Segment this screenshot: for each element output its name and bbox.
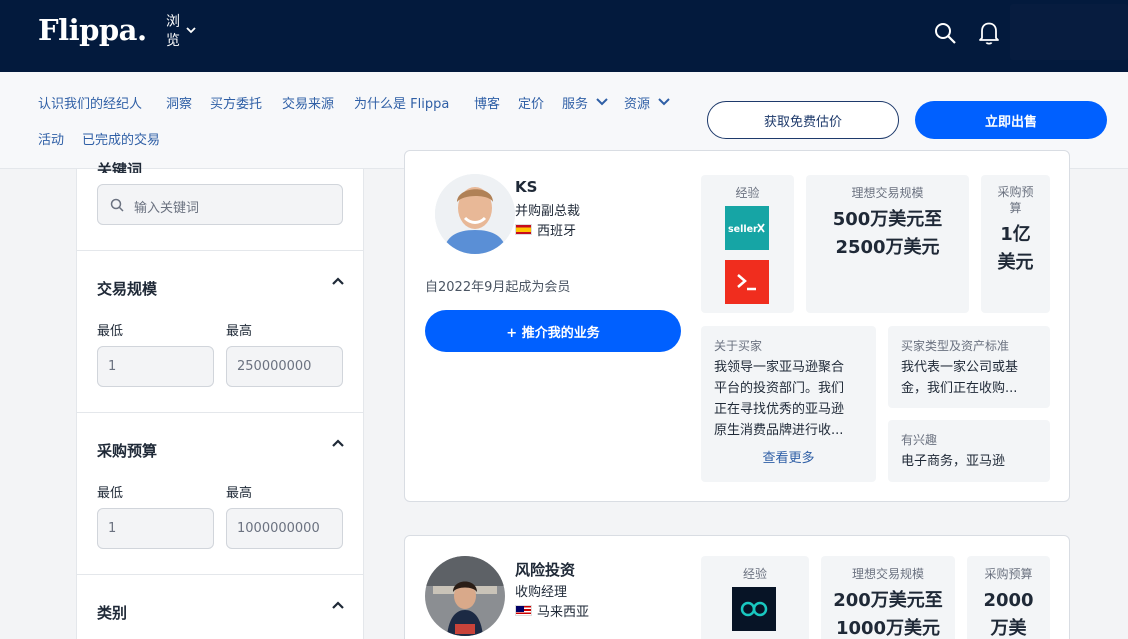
- experience-tile: 经验: [701, 556, 809, 639]
- about-text: 我领导一家亚马逊聚合 平台的投资部门。我们 正在寻找优秀的亚马逊 原生消费品牌进…: [714, 360, 845, 438]
- deal-size-min-label: 最低: [97, 324, 124, 339]
- member-since: 自2022年9月起成为会员: [425, 280, 571, 295]
- nav-completed-deals[interactable]: 已完成的交易: [82, 129, 160, 148]
- buyer-country: 西班牙: [515, 220, 576, 239]
- deal-size-max-label: 最高: [226, 324, 253, 339]
- svg-text:seller: seller: [728, 224, 758, 235]
- buyer-country: 马来西亚: [515, 601, 589, 620]
- deal-size-title[interactable]: 交易规模: [97, 278, 157, 299]
- buyer-name: 风险投资: [515, 561, 576, 579]
- nav-insights[interactable]: 洞察: [166, 93, 192, 112]
- sell-now-button[interactable]: 立即出售: [915, 101, 1107, 139]
- chevron-down-icon[interactable]: [186, 26, 196, 34]
- flippa-logo[interactable]: Flippa.: [38, 13, 147, 47]
- about-label: 关于买家: [714, 339, 763, 353]
- keyword-placeholder: 输入关键词: [134, 201, 200, 216]
- ideal-deal-label: 理想交易规模: [851, 186, 924, 200]
- buyer-role: 并购副总裁: [515, 204, 581, 219]
- nav-services[interactable]: 服务: [562, 93, 588, 112]
- bell-icon[interactable]: [977, 20, 1001, 46]
- ideal-deal-value: 500万美元至: [832, 209, 943, 230]
- budget-tile: 采购预 算 1亿 美元: [981, 175, 1050, 313]
- nav-meet-brokers[interactable]: 认识我们的经纪人: [38, 93, 142, 112]
- browse-menu[interactable]: 浏览: [166, 13, 184, 51]
- buyer-type-text: 我代表一家公司或基 金，我们正在收购...: [901, 360, 1019, 396]
- ideal-deal-size-tile: 理想交易规模 500万美元至 2500万美元: [806, 175, 969, 313]
- budget-value: 1亿: [1000, 224, 1031, 245]
- nav-pricing[interactable]: 定价: [518, 93, 544, 112]
- nav-events[interactable]: 活动: [38, 129, 64, 148]
- budget-value: 2000: [983, 590, 1034, 611]
- budget-min-label: 最低: [97, 486, 124, 501]
- sellerX-logo-icon[interactable]: seller: [725, 206, 769, 250]
- divider: [77, 412, 363, 413]
- experience-label: 经验: [742, 567, 767, 581]
- budget-label: 采购预: [997, 185, 1034, 199]
- free-valuation-button[interactable]: 获取免费估价: [707, 101, 899, 139]
- budget-max-label: 最高: [226, 486, 253, 501]
- top-bar: Flippa. 浏览: [0, 0, 1128, 72]
- country-label: 西班牙: [537, 224, 577, 239]
- deal-size-max-input[interactable]: 250000000: [226, 346, 343, 387]
- budget-value: 美元: [997, 252, 1034, 273]
- chevron-up-icon[interactable]: [331, 600, 345, 610]
- avatar: [435, 174, 515, 254]
- buyer-card: 风险投资 收购经理 马来西亚 经验 理想交易规模 200万美元至 1000万美元…: [404, 535, 1070, 639]
- budget-label: 采购预算: [984, 567, 1033, 581]
- ideal-deal-value: 1000万美元: [835, 618, 941, 639]
- ideal-deal-size-tile: 理想交易规模 200万美元至 1000万美元: [821, 556, 955, 639]
- interest-label: 有兴趣: [901, 433, 938, 447]
- search-icon: [110, 198, 124, 212]
- nav-buyer-mandate[interactable]: 买方委托: [210, 93, 262, 112]
- country-label: 马来西亚: [537, 605, 590, 620]
- keyword-input[interactable]: 输入关键词: [97, 184, 343, 225]
- refer-business-button[interactable]: + 推介我的业务: [425, 310, 681, 352]
- about-buyer-tile: 关于买家 我领导一家亚马逊聚合 平台的投资部门。我们 正在寻找优秀的亚马逊 原生…: [701, 326, 876, 482]
- buyer-type-label: 买家类型及资产标准: [901, 339, 1010, 353]
- person-photo-icon: [435, 174, 515, 254]
- filter-sidebar: 关键词 输入关键词 交易规模 最低 最高 1 250000000 采购预算 最低…: [76, 161, 364, 639]
- nav-deal-sources[interactable]: 交易来源: [282, 93, 334, 112]
- account-menu[interactable]: [1010, 4, 1128, 60]
- chevron-down-icon[interactable]: [658, 97, 670, 106]
- ideal-deal-value: 200万美元至: [833, 590, 943, 611]
- search-icon[interactable]: [933, 21, 957, 45]
- chevron-up-icon[interactable]: [331, 438, 345, 448]
- category-title[interactable]: 类别: [97, 602, 127, 623]
- buyer-role: 收购经理: [515, 585, 568, 600]
- budget-value: 万美: [990, 618, 1027, 639]
- malaysia-flag-icon: [515, 605, 532, 616]
- spain-flag-icon: [515, 224, 532, 235]
- avatar: [425, 556, 505, 636]
- experience-label: 经验: [735, 186, 760, 200]
- budget-title[interactable]: 采购预算: [97, 440, 157, 461]
- interest-tile: 有兴趣 电子商务，亚马逊: [888, 420, 1050, 482]
- buyer-name: KS: [515, 178, 538, 196]
- budget-max-input[interactable]: 1000000000: [226, 508, 343, 549]
- experience-tile: 经验 seller: [701, 175, 794, 313]
- interest-value: 电子商务，亚马逊: [901, 454, 1006, 469]
- nav-why-flippa[interactable]: 为什么是 Flippa: [354, 93, 449, 112]
- ideal-deal-label: 理想交易规模: [851, 567, 924, 581]
- divider: [77, 250, 363, 251]
- nav-resources[interactable]: 资源: [624, 93, 650, 112]
- terminal-logo-icon[interactable]: [725, 260, 769, 304]
- company-logo-icon[interactable]: [732, 587, 776, 631]
- person-photo-icon: [425, 556, 505, 636]
- deal-size-min-input[interactable]: 1: [97, 346, 214, 387]
- buyer-card: KS 并购副总裁 西班牙 自2022年9月起成为会员 + 推介我的业务 经验 s…: [404, 150, 1070, 502]
- ideal-deal-value: 2500万美元: [835, 237, 940, 258]
- budget-min-input[interactable]: 1: [97, 508, 214, 549]
- buyer-type-tile: 买家类型及资产标准 我代表一家公司或基 金，我们正在收购...: [888, 326, 1050, 408]
- budget-tile: 采购预算 2000 万美: [967, 556, 1050, 639]
- see-more-link[interactable]: 查看更多: [701, 447, 876, 466]
- chevron-down-icon[interactable]: [596, 97, 608, 106]
- chevron-up-icon[interactable]: [331, 276, 345, 286]
- divider: [77, 574, 363, 575]
- budget-label: 算: [1009, 201, 1022, 215]
- nav-blog[interactable]: 博客: [474, 93, 500, 112]
- keyword-label: 关键词: [97, 161, 143, 173]
